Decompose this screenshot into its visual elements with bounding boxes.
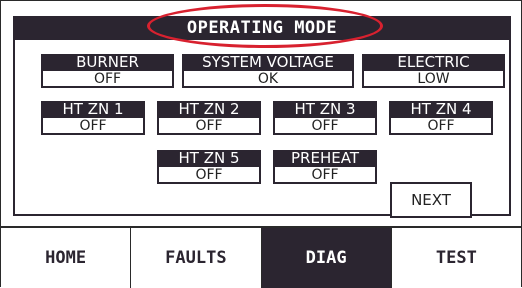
preheat-value: OFF — [273, 167, 377, 184]
ht-zn-3-label: HT ZN 3 — [273, 101, 377, 118]
next-button[interactable]: NEXT — [390, 182, 472, 218]
burner-value: OFF — [41, 71, 174, 88]
ht-zn-4-status-tile: HT ZN 4 OFF — [389, 101, 493, 135]
preheat-label: PREHEAT — [273, 150, 377, 167]
ht-zn-2-label: HT ZN 2 — [157, 101, 261, 118]
bottom-tab-bar: HOME FAULTS DIAG TEST — [1, 226, 521, 288]
ht-zn-2-status-tile: HT ZN 2 OFF — [157, 101, 261, 135]
ht-zn-5-value: OFF — [157, 167, 261, 184]
ht-zn-3-status-tile: HT ZN 3 OFF — [273, 101, 377, 135]
electric-label: ELECTRIC — [362, 54, 505, 71]
ht-zn-1-status-tile: HT ZN 1 OFF — [41, 101, 145, 135]
tab-home[interactable]: HOME — [1, 228, 132, 288]
tab-test[interactable]: TEST — [391, 228, 521, 288]
ht-zn-4-value: OFF — [389, 118, 493, 135]
ht-zn-1-value: OFF — [41, 118, 145, 135]
ht-zn-5-status-tile: HT ZN 5 OFF — [157, 150, 261, 184]
burner-label: BURNER — [41, 54, 174, 71]
preheat-status-tile: PREHEAT OFF — [273, 150, 377, 184]
system-voltage-value: OK — [182, 71, 354, 88]
system-voltage-status-tile: SYSTEM VOLTAGE OK — [182, 54, 354, 88]
ht-zn-5-label: HT ZN 5 — [157, 150, 261, 167]
electric-value: LOW — [362, 71, 505, 88]
burner-status-tile: BURNER OFF — [41, 54, 174, 88]
ht-zn-3-value: OFF — [273, 118, 377, 135]
system-voltage-label: SYSTEM VOLTAGE — [182, 54, 354, 71]
controller-screen: OPERATING MODE BURNER OFF SYSTEM VOLTAGE… — [0, 0, 522, 288]
tab-diag[interactable]: DIAG — [261, 228, 392, 288]
ht-zn-4-label: HT ZN 4 — [389, 101, 493, 118]
ht-zn-1-label: HT ZN 1 — [41, 101, 145, 118]
electric-status-tile: ELECTRIC LOW — [362, 54, 505, 88]
tab-faults[interactable]: FAULTS — [131, 228, 262, 288]
ht-zn-2-value: OFF — [157, 118, 261, 135]
